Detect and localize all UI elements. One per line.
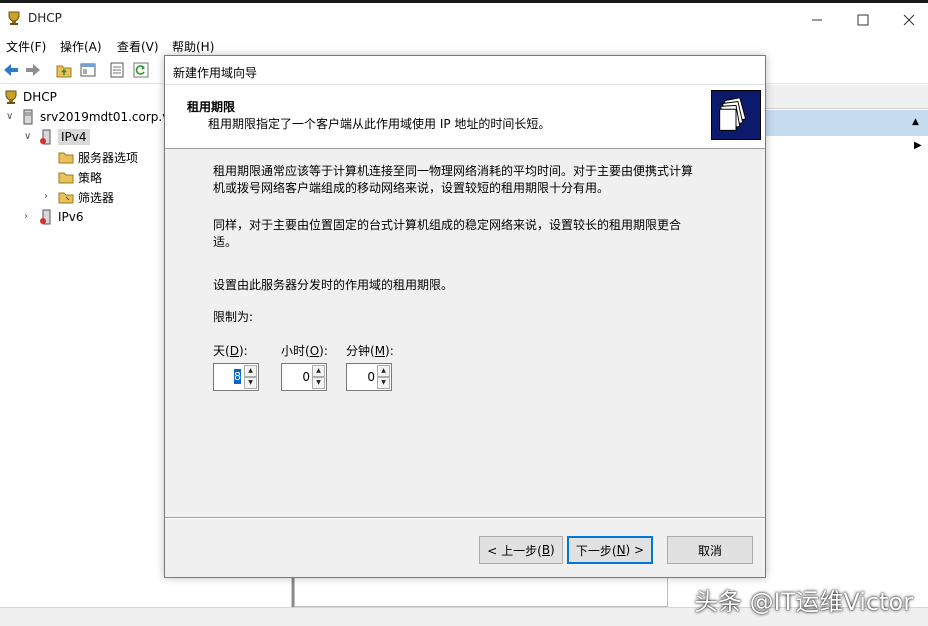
cancel-button[interactable]: 取消 [667,536,753,564]
forward-arrow-icon[interactable] [24,61,42,79]
tree-item-server[interactable]: srv2019mdt01.corp.v [20,107,169,127]
menu-bar: 文件(F) 操作(A) 查看(V) 帮助(H) [0,34,928,56]
description-line: 租用期限通常应该等于计算机连接至同一物理网络消耗的平均时间。对于主要由便携式计算 [213,164,694,178]
tree-label-server: srv2019mdt01.corp.v [40,110,170,124]
minutes-spinbox[interactable]: 0 ▲ ▼ [346,363,392,391]
minimize-icon[interactable] [794,6,840,34]
tree-label-policies: 策略 [78,170,103,185]
minutes-value[interactable]: 0 [367,370,375,384]
more-actions-arrow-icon[interactable]: ▶ [914,140,922,151]
tree-item-dhcp[interactable]: DHCP [3,87,57,107]
watermark-text: 头条 @IT运维Victor [694,588,914,616]
tree-item-ipv4[interactable]: IPv4 [38,127,90,147]
wizard-header: 租用期限 租用期限指定了一个客户端从此作用域使用 IP 地址的时间长短。 [165,85,765,149]
days-spin-buttons: ▲ ▼ [244,365,257,389]
wizard-page-subtitle: 租用期限指定了一个客户端从此作用域使用 IP 地址的时间长短。 [208,117,551,131]
scroll-up-arrow-icon[interactable]: ▲ [912,117,919,127]
tree-label-filters: 筛选器 [78,190,115,205]
results-list [294,578,668,607]
hours-spin-buttons: ▲ ▼ [312,365,325,389]
new-scope-wizard-dialog: 新建作用域向导 租用期限 租用期限指定了一个客户端从此作用域使用 IP 地址的时… [164,55,766,578]
spin-up-icon[interactable]: ▲ [312,365,325,377]
button-separator [165,517,765,519]
description-line: 适。 [213,235,238,249]
back-arrow-icon[interactable] [2,61,20,79]
actions-pane-selected[interactable] [766,110,928,136]
tree-item-policies[interactable]: 策略 [58,167,102,187]
tree-item-filters[interactable]: 筛选器 [58,187,114,207]
spin-down-icon[interactable]: ▼ [377,377,390,389]
minutes-label: 分钟(M): [346,344,394,358]
server-options-folder-icon [58,152,74,164]
properties-icon[interactable] [108,61,126,79]
collapse-chevron-icon[interactable]: ∨ [6,111,13,122]
description-line: 机或拨号网络客户端组成的移动网络来说，设置较短的租用期限十分有用。 [213,181,610,195]
spin-up-icon[interactable]: ▲ [244,365,257,377]
menu-view[interactable]: 查看(V) [117,38,159,55]
tree-label-dhcp: DHCP [23,90,57,104]
collapse-chevron-icon[interactable]: ∨ [24,131,31,142]
days-spinbox[interactable]: 8 ▲ ▼ [213,363,259,391]
spin-up-icon[interactable]: ▲ [377,365,390,377]
server-icon [23,109,33,125]
hours-label: 小时(O): [281,344,328,358]
refresh-icon[interactable] [132,61,150,79]
description-line: 同样，对于主要由位置固定的台式计算机组成的稳定网络来说，设置较长的租用期限更合 [213,218,682,232]
hours-value[interactable]: 0 [302,370,310,384]
folder-up-icon[interactable] [55,61,73,79]
title-bar: DHCP [0,0,928,34]
spin-down-icon[interactable]: ▼ [244,377,257,389]
hours-spinbox[interactable]: 0 ▲ ▼ [281,363,327,391]
filters-folder-icon [58,192,74,204]
show-hide-tree-icon[interactable] [79,61,97,79]
menu-help[interactable]: 帮助(H) [172,38,214,55]
maximize-icon[interactable] [840,6,886,34]
minutes-spin-buttons: ▲ ▼ [377,365,390,389]
dhcp-trophy-icon [5,90,17,104]
actions-pane-header [766,85,928,109]
menu-file[interactable]: 文件(F) [6,38,46,55]
tree-label-ipv6: IPv6 [58,210,84,224]
tree-label-ipv4: IPv4 [58,129,90,145]
days-value[interactable]: 8 [234,369,241,384]
expand-chevron-icon[interactable]: › [44,191,48,202]
close-icon[interactable] [886,6,928,34]
dhcp-app-icon [8,11,20,25]
tree-item-server-options[interactable]: 服务器选项 [58,147,138,167]
wizard-title-bar: 新建作用域向导 [165,56,765,85]
ipv6-icon [40,209,51,225]
days-label: 天(D): [213,344,248,358]
expand-chevron-icon[interactable]: › [24,211,28,222]
next-button[interactable]: 下一步(N) > [567,536,653,564]
tree-item-ipv6[interactable]: IPv6 [38,207,84,227]
ipv4-icon [40,129,51,145]
spin-down-icon[interactable]: ▼ [312,377,325,389]
wizard-title: 新建作用域向导 [173,66,258,80]
wizard-page-title: 租用期限 [187,100,236,114]
tree-label-server-options: 服务器选项 [78,150,139,165]
menu-action[interactable]: 操作(A) [60,38,102,55]
limit-label: 限制为: [213,310,254,324]
policies-folder-icon [58,172,74,184]
back-button[interactable]: < 上一步(B) [479,536,563,564]
instruction-text: 设置由此服务器分发时的作用域的租用期限。 [213,278,454,292]
window-title: DHCP [28,11,62,25]
wizard-documents-icon [711,90,761,140]
